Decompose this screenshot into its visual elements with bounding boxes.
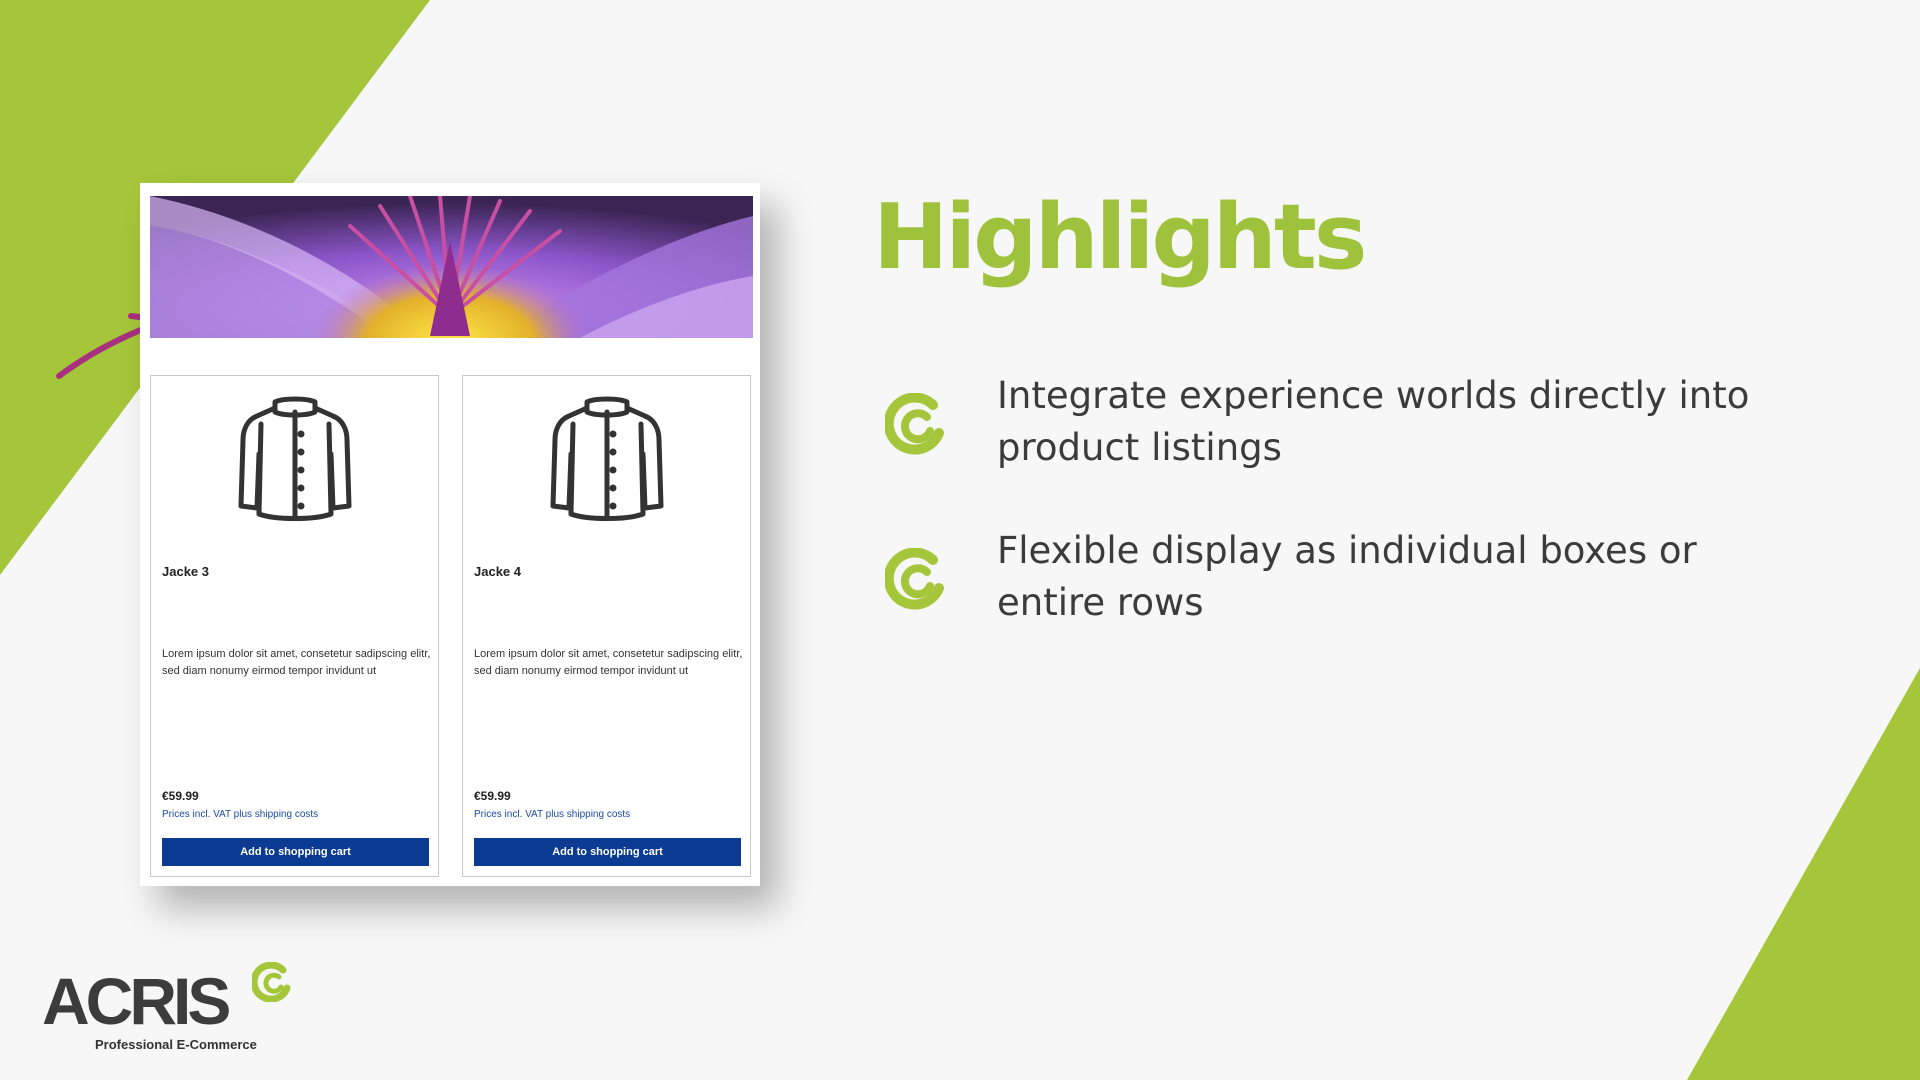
jacket-icon: [550, 396, 664, 521]
product-description: Lorem ipsum dolor sit amet, consetetur s…: [162, 648, 431, 677]
acris-logo: ACRIS Professional E-Commerce: [42, 962, 302, 1058]
listing-screenshot: Jacke 3 Lorem ipsum dolor sit amet, cons…: [140, 183, 760, 886]
add-to-cart-button[interactable]: Add to shopping cart: [474, 838, 741, 866]
highlight-text: Integrate experience worlds directly int…: [997, 374, 1750, 469]
water-lily-image: [150, 196, 753, 338]
acris-c-icon: [885, 393, 944, 455]
logo-tagline: Professional E-Commerce: [95, 1037, 257, 1052]
product-price: €59.99: [162, 789, 199, 803]
product-name[interactable]: Jacke 3: [162, 564, 209, 579]
product-description: Lorem ipsum dolor sit amet, consetetur s…: [474, 648, 743, 677]
acris-c-icon: [885, 548, 944, 610]
product-card[interactable]: Jacke 4 Lorem ipsum dolor sit amet, cons…: [462, 375, 751, 877]
product-name[interactable]: Jacke 4: [474, 564, 521, 579]
product-price: €59.99: [474, 789, 511, 803]
experience-world-banner: [150, 196, 753, 338]
highlight-text: Flexible display as individual boxes or …: [997, 529, 1697, 624]
jacket-icon: [238, 396, 352, 521]
slide-heading: Highlights: [873, 185, 1367, 290]
acris-c-icon: [252, 962, 291, 1002]
add-to-cart-button[interactable]: Add to shopping cart: [162, 838, 429, 866]
vat-link[interactable]: Prices incl. VAT plus shipping costs: [162, 809, 318, 820]
logo-wordmark: ACRIS: [42, 964, 231, 1038]
product-card[interactable]: Jacke 3 Lorem ipsum dolor sit amet, cons…: [150, 375, 439, 877]
vat-link[interactable]: Prices incl. VAT plus shipping costs: [474, 809, 630, 820]
